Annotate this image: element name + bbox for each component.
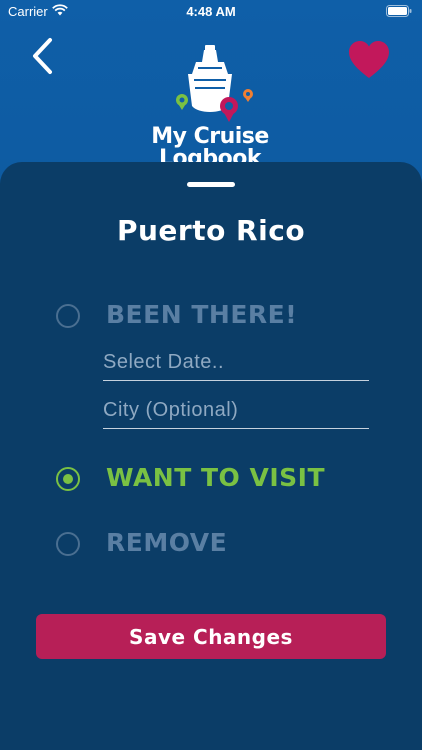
option-remove[interactable]: REMOVE xyxy=(56,526,227,566)
select-date-field[interactable] xyxy=(103,344,369,381)
radio-button-remove[interactable] xyxy=(56,532,80,556)
radio-button-been-there[interactable] xyxy=(56,304,80,328)
app-logo: My Cruise Logbook xyxy=(150,44,270,168)
option-been-there[interactable]: BEEN THERE! xyxy=(56,298,297,338)
option-label-want-to-visit: WANT TO VISIT xyxy=(106,463,325,492)
back-button[interactable] xyxy=(22,36,62,76)
option-label-remove: REMOVE xyxy=(106,528,228,557)
status-bar: Carrier 4:48 AM xyxy=(0,0,422,24)
option-label-been-there: BEEN THERE! xyxy=(106,300,298,329)
option-want-to-visit[interactable]: WANT TO VISIT xyxy=(56,461,325,501)
city-field[interactable] xyxy=(103,392,369,429)
battery-icon xyxy=(386,5,412,17)
save-changes-button[interactable]: Save Changes xyxy=(36,614,386,659)
heart-icon xyxy=(349,41,389,78)
orange-pin-icon xyxy=(243,89,253,102)
magenta-pin-icon xyxy=(220,97,238,122)
chevron-left-icon xyxy=(33,38,52,74)
radio-button-want-to-visit[interactable] xyxy=(56,467,80,491)
sheet-grab-handle[interactable] xyxy=(187,182,235,187)
green-pin-icon xyxy=(176,94,188,110)
radio-selected-dot xyxy=(63,474,73,484)
destination-title: Puerto Rico xyxy=(116,214,306,247)
cruise-ship-icon xyxy=(176,45,253,122)
bottom-sheet: Puerto Rico BEEN THERE! WANT TO VISIT RE… xyxy=(0,162,422,750)
favorite-button[interactable] xyxy=(348,40,390,80)
status-time: 4:48 AM xyxy=(186,4,236,19)
